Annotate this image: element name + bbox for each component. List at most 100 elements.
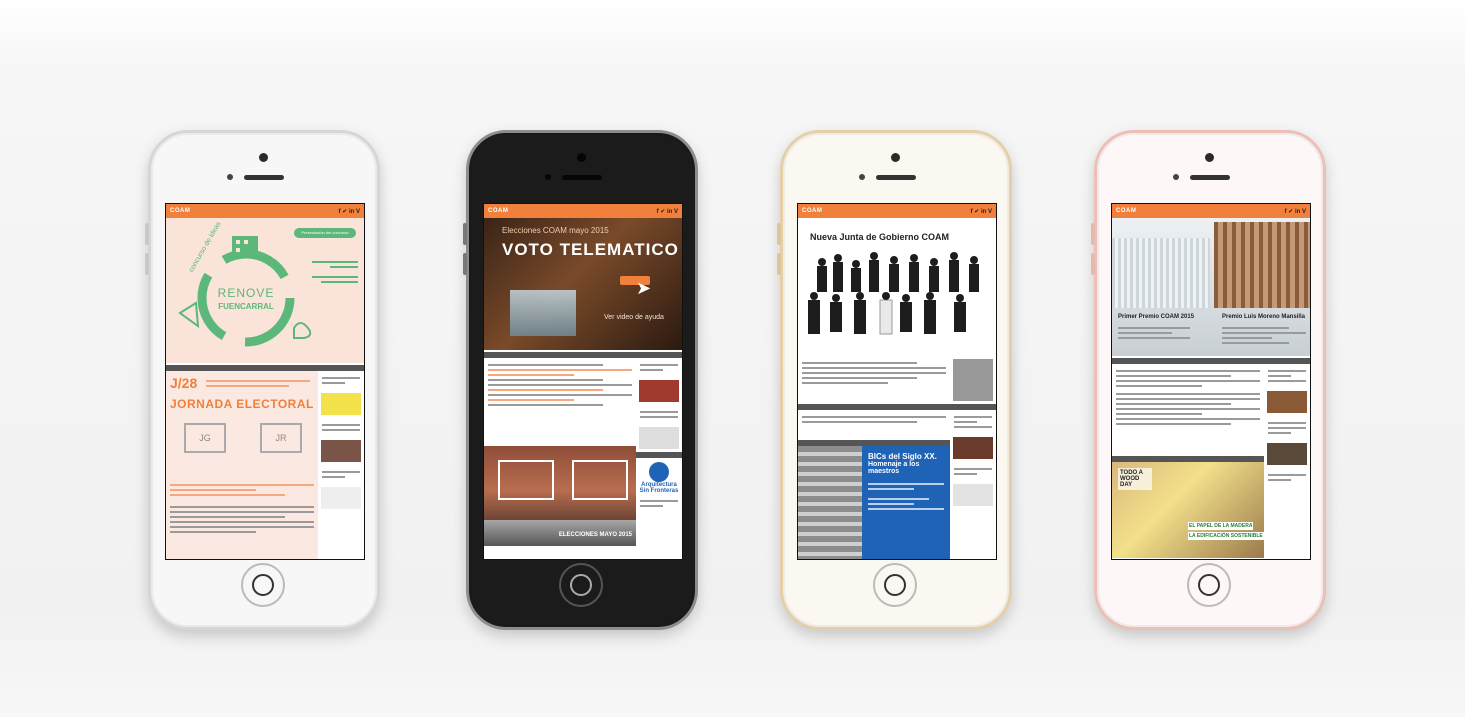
feature-banner[interactable]: BICs del Siglo XX. Homenaje a los maestr… <box>798 446 950 559</box>
content-area: ELECCIONES MAYO 2015 Arquitectura Sin Fr… <box>484 358 682 546</box>
speaker <box>876 175 916 180</box>
site-logo[interactable]: COAM <box>488 208 508 214</box>
phone-black: COAM f ✔ in V Elecciones COAM mayo 2015 … <box>463 130 698 630</box>
portrait-photo[interactable] <box>953 359 993 401</box>
sensor <box>859 174 865 180</box>
sidebar <box>950 356 996 559</box>
asf-logo[interactable]: Arquitectura Sin Fronteras <box>636 458 682 494</box>
main-column: ELECCIONES MAYO 2015 <box>484 358 636 546</box>
event-info <box>312 258 358 286</box>
hero-headline: RENOVE <box>217 286 275 300</box>
sidebar-thumbnail[interactable] <box>639 380 679 402</box>
feature-title: BICs del Siglo XX. <box>868 452 937 461</box>
home-button[interactable] <box>241 563 285 607</box>
site-header: COAM f ✔ in V <box>484 204 682 218</box>
content-area: J/28 JORNADA ELECTORAL JG JR <box>166 371 364 559</box>
hero-headline: Nueva Junta de Gobierno COAM <box>810 232 950 242</box>
sensor <box>545 174 551 180</box>
phone-screen: COAM f ✔ in V Nueva Junta de Gobierno CO… <box>797 203 997 560</box>
news-list <box>798 410 950 438</box>
volume-button <box>463 223 467 245</box>
social-icons[interactable]: f ✔ in V <box>971 208 992 215</box>
main-column: J/28 JORNADA ELECTORAL JG JR <box>166 371 318 559</box>
ballot-label: JG <box>199 433 211 443</box>
sidebar-thumbnail[interactable] <box>1267 443 1307 465</box>
ballot-label: JR <box>275 433 287 443</box>
glass-facade <box>1112 238 1210 308</box>
intro-text <box>206 377 310 390</box>
content-area: TODO A WOOD DAY EL PAPEL DE LA MADERA LA… <box>1112 364 1310 558</box>
sidebar-thumbnail[interactable] <box>953 437 993 459</box>
brick-building <box>1214 222 1310 308</box>
volume-button <box>1091 223 1095 245</box>
globe-icon <box>649 462 669 482</box>
main-column: BICs del Siglo XX. Homenaje a los maestr… <box>798 356 950 559</box>
news-list <box>798 356 950 402</box>
news-list <box>1112 364 1264 454</box>
social-icons[interactable]: f ✔ in V <box>339 208 360 215</box>
sidebar <box>1264 364 1310 558</box>
camera <box>891 153 900 162</box>
home-button[interactable] <box>559 563 603 607</box>
hero-banner[interactable]: Elecciones COAM mayo 2015 VOTO TELEMATIC… <box>484 218 682 350</box>
phone-screen: COAM f ✔ in V concurso de ideas RENOVE F… <box>165 203 365 560</box>
sidebar-thumbnail[interactable] <box>321 440 361 462</box>
social-icons[interactable]: f ✔ in V <box>1285 208 1306 215</box>
group-photo <box>808 252 979 335</box>
social-icons[interactable]: f ✔ in V <box>657 208 678 215</box>
footer-banner[interactable]: ELECCIONES MAYO 2015 <box>484 520 636 546</box>
site-logo[interactable]: COAM <box>1116 208 1136 214</box>
news-list <box>484 358 636 446</box>
sensor <box>227 174 233 180</box>
wood-promo-subtitle: LA EDIFICACIÓN SOSTENIBLE <box>1188 532 1264 540</box>
hero-banner[interactable]: concurso de ideas RENOVE FUENCARRAL Pres… <box>166 218 364 363</box>
hero-kicker: Elecciones COAM mayo 2015 <box>502 226 609 235</box>
caption-left: Primer Premio COAM 2015 <box>1118 314 1195 320</box>
sidebar <box>318 371 364 559</box>
volume-button <box>463 253 467 275</box>
site-header: COAM f ✔ in V <box>166 204 364 218</box>
phone-screen: COAM f ✔ in V Primer Premio COAM 2015 Pr… <box>1111 203 1311 560</box>
wood-promo-title: EL PAPEL DE LA MADERA <box>1188 522 1254 530</box>
sidebar-thumbnail[interactable] <box>321 487 361 509</box>
hero-banner[interactable]: Primer Premio COAM 2015 Premio Luis More… <box>1112 218 1310 356</box>
cursor-icon: ➤ <box>636 278 652 298</box>
footer-title: ELECCIONES MAYO 2015 <box>558 532 632 538</box>
ballot-box-jg[interactable]: JG <box>184 423 226 453</box>
ballot-box-jr[interactable]: JR <box>260 423 302 453</box>
sidebar-thumbnail[interactable] <box>953 484 993 506</box>
sidebar: Arquitectura Sin Fronteras <box>636 358 682 546</box>
sensor <box>1173 174 1179 180</box>
camera <box>259 153 268 162</box>
speaker <box>562 175 602 180</box>
building-photo[interactable] <box>484 446 636 520</box>
site-logo[interactable]: COAM <box>802 208 822 214</box>
home-button[interactable] <box>1187 563 1231 607</box>
hero-subheadline: FUENCARRAL <box>218 302 274 311</box>
feature-card: BICs del Siglo XX. Homenaje a los maestr… <box>862 446 950 559</box>
feature-subtitle: Homenaje a los maestros <box>868 461 920 475</box>
news-list <box>170 481 314 536</box>
wood-day-banner[interactable]: TODO A WOOD DAY EL PAPEL DE LA MADERA LA… <box>1112 462 1264 558</box>
phone-silver: COAM f ✔ in V concurso de ideas RENOVE F… <box>145 130 380 630</box>
sidebar-thumbnail[interactable] <box>321 393 361 415</box>
site-header: COAM f ✔ in V <box>1112 204 1310 218</box>
volume-button <box>777 253 781 275</box>
ballot-frame <box>498 460 554 500</box>
help-video-link[interactable]: Ver video de ayuda <box>604 314 664 321</box>
site-header: COAM f ✔ in V <box>798 204 996 218</box>
phone-gold: COAM f ✔ in V Nueva Junta de Gobierno CO… <box>777 130 1012 630</box>
hero-banner[interactable]: Nueva Junta de Gobierno COAM <box>798 218 996 356</box>
volume-button <box>777 223 781 245</box>
asf-line2: Sin Fronteras <box>639 488 679 494</box>
home-button[interactable] <box>873 563 917 607</box>
wood-day-box: TODO A WOOD DAY <box>1118 468 1152 490</box>
hero-headline: VOTO TELEMATICO <box>502 240 679 259</box>
site-logo[interactable]: COAM <box>170 208 190 214</box>
sidebar-thumbnail[interactable] <box>639 427 679 449</box>
sidebar-thumbnail[interactable] <box>1267 391 1307 413</box>
section-number: J/28 <box>170 375 198 391</box>
tower-photo <box>798 446 862 559</box>
badge[interactable]: Presentación del concurso <box>294 230 356 235</box>
camera <box>1205 153 1214 162</box>
